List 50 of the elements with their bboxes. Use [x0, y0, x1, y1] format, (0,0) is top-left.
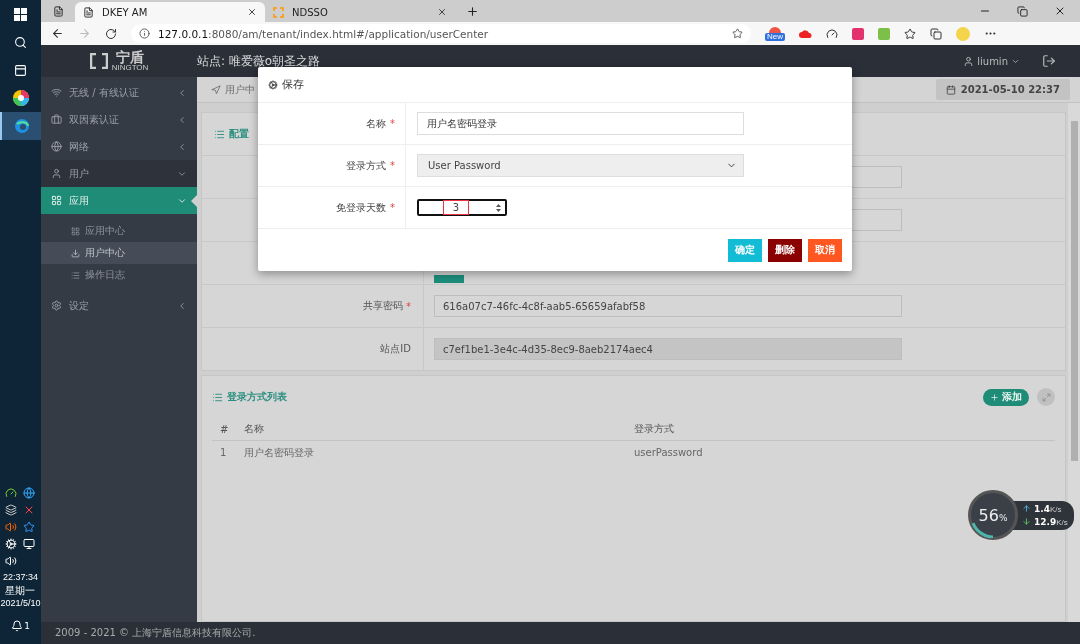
input-field[interactable]: c7ef1be1-3e4c-4d35-8ec9-8aeb2174aec4 [434, 338, 902, 360]
sidebar-item[interactable]: 用户 [41, 160, 197, 187]
table-cell-text: userPassword [634, 447, 704, 458]
add-button[interactable]: 添加 [983, 388, 1029, 406]
address-field[interactable]: 127.0.0.1:8080/am/tenant/index.html#/application/userCenter [131, 24, 751, 43]
datetime-button[interactable]: 2021-05-10 22:37 [935, 79, 1070, 100]
card-title: 配置 [229, 127, 249, 141]
input-field[interactable]: 616a07c7-46fc-4c8f-aab5-65659afabf58 [434, 295, 902, 317]
upload-speed: 1.4K/s [1034, 503, 1062, 514]
column-header: 名称 [244, 422, 265, 436]
field-label: 共享密码 [363, 299, 403, 313]
dialog-button[interactable]: 删除 [768, 238, 802, 262]
days-field[interactable]: 3 [417, 199, 507, 216]
field-label: 免登录天数 [336, 200, 386, 215]
dialog-button[interactable]: 取消 [808, 238, 842, 262]
required-mark: * [390, 202, 395, 213]
field-label: 站点ID [380, 342, 411, 356]
download-speed: 12.9K/s [1034, 516, 1068, 527]
browser-tab[interactable]: NDSSO [265, 2, 455, 22]
field-label: 名称 [366, 116, 386, 131]
dialog-title: 保存 [282, 77, 304, 92]
sidebar-item[interactable]: 双因素认证 [41, 106, 197, 133]
user-menu[interactable]: liumin [963, 55, 1020, 67]
sidebar-item[interactable]: 无线 / 有线认证 [41, 79, 197, 106]
notification-button[interactable]: 1 [0, 614, 41, 638]
logo-subtitle: NINGTON [111, 64, 149, 72]
sidebar-subitem[interactable]: 应用中心 [41, 220, 197, 242]
table-cell-text: 1 [220, 447, 228, 458]
usage-text: 56% [978, 505, 1008, 525]
sidebar-item[interactable]: 网络 [41, 133, 197, 160]
column-header: # [220, 423, 230, 435]
field-label: 登录方式 [346, 158, 386, 173]
card-title: 登录方式列表 [227, 390, 287, 404]
name-field[interactable]: 用户名密码登录 [417, 112, 744, 135]
breadcrumb: 用户中 [225, 82, 255, 97]
sidebar-subitem[interactable]: 用户中心 [41, 242, 197, 264]
sidebar-item[interactable]: 应用 [41, 187, 197, 214]
logo-text: 宁盾 [116, 50, 144, 64]
column-header: 登录方式 [634, 422, 675, 436]
footer-text: 2009 - 2021 © 上海宁盾信息科技有限公司. [41, 622, 1080, 644]
taskbar-clock[interactable]: 22:37:34 星期一 2021/5/10 [0, 571, 41, 610]
sidebar-item[interactable]: 设定 [41, 292, 197, 319]
required-mark: * [406, 300, 411, 312]
browser-tab[interactable]: DKEY AM [75, 2, 265, 22]
sidebar-subitem[interactable]: 操作日志 [41, 264, 197, 286]
login-method-select[interactable]: User Password [417, 154, 744, 177]
table-cell-text: 用户名密码登录 [244, 445, 315, 460]
required-mark: * [390, 160, 395, 171]
site-name: 站点: 唯爱薇o朝圣之路 [197, 52, 321, 70]
required-mark: * [390, 118, 395, 129]
